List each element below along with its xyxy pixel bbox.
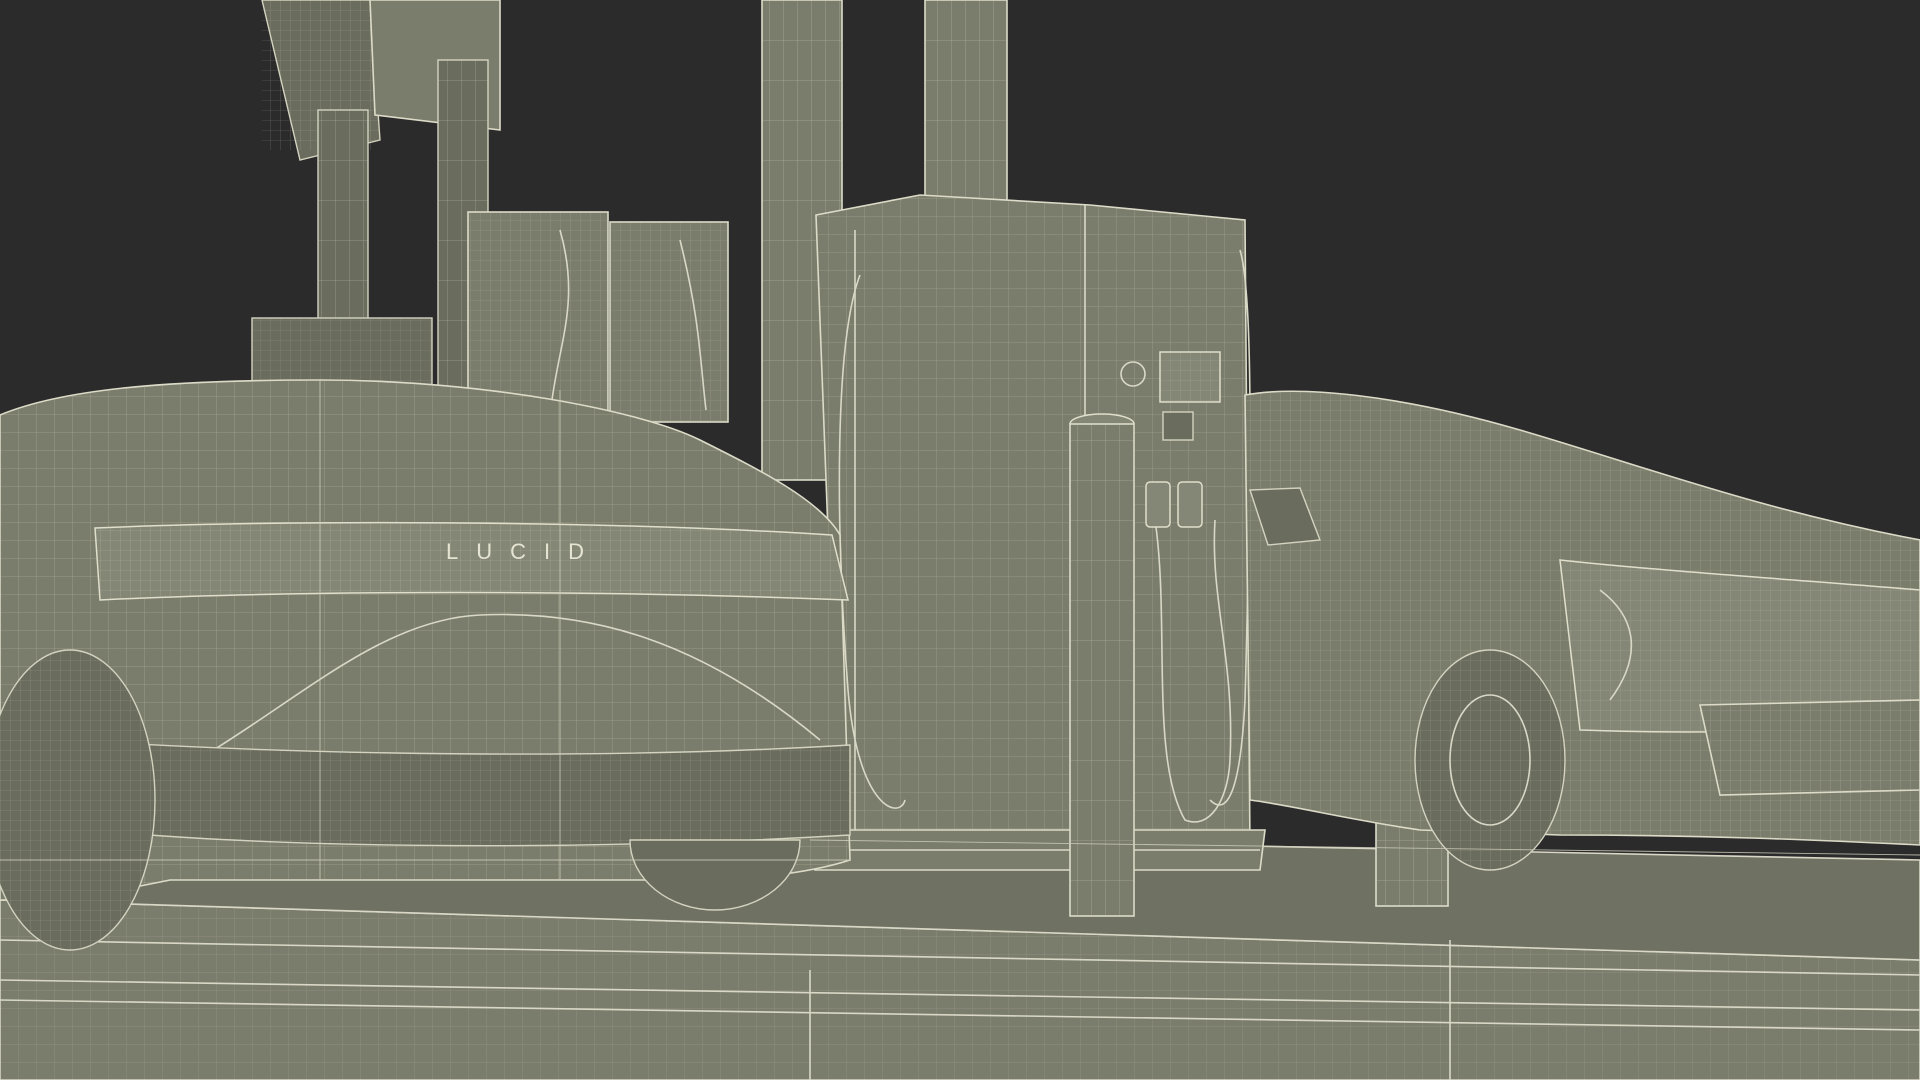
bollard-left [1069, 413, 1135, 917]
main-charger [809, 194, 1266, 871]
left-car-badge: LUCID [446, 539, 602, 564]
wireframe-render: LUCID [0, 0, 1920, 1080]
left-car: LUCID [0, 379, 851, 951]
